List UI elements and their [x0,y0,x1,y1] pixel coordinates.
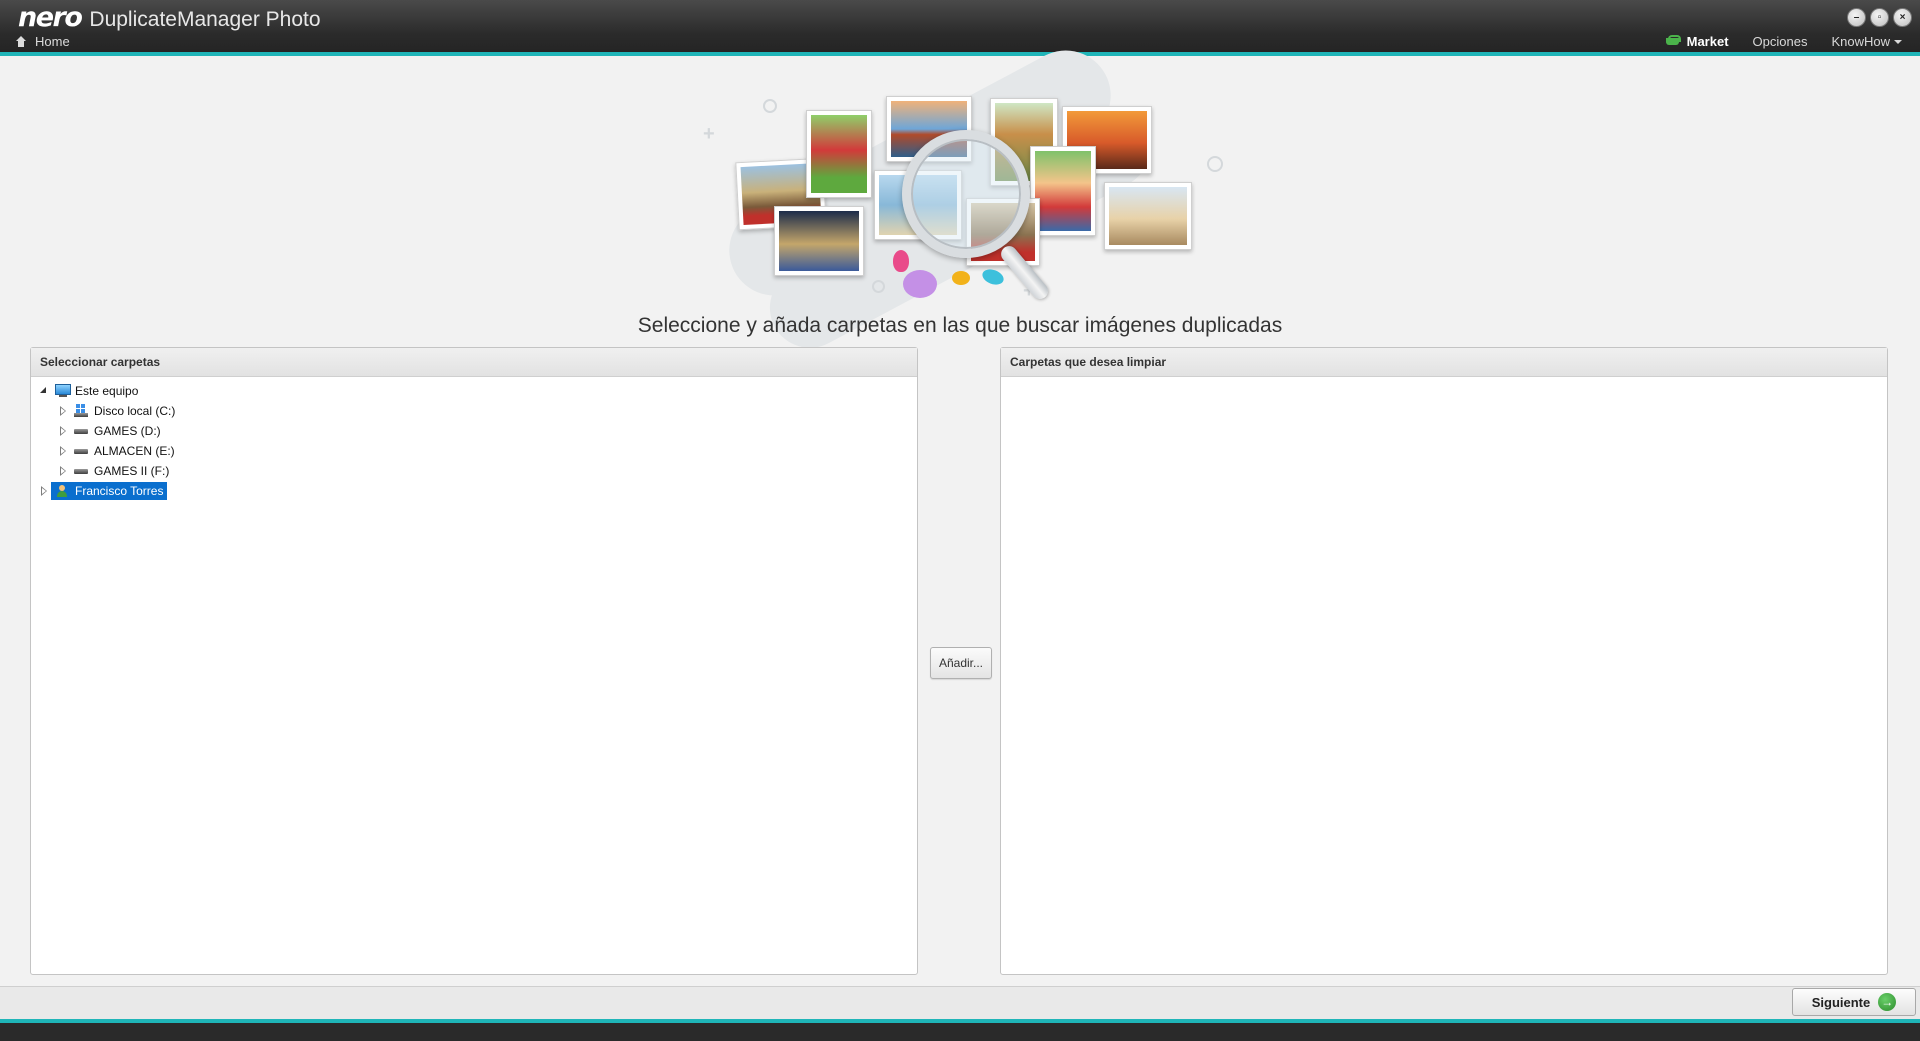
hero-illustration: + + [680,34,1240,362]
market-link[interactable]: Market [1665,34,1729,49]
home-label: Home [35,34,70,49]
decor-ring [872,280,885,293]
app-brand: nero DuplicateManager Photo [18,2,321,33]
system-drive-icon [74,404,90,418]
title-bar: nero DuplicateManager Photo Home Market … [0,0,1920,56]
selected-user-node[interactable]: Francisco Torres [51,482,168,500]
tree-node-drive-f[interactable]: GAMES II (F:) [31,461,917,481]
select-folders-panel: Seleccionar carpetas Este equipo Disco l… [30,347,918,975]
tree-node-label: Disco local (C:) [94,404,176,418]
decor-ring [1207,156,1223,172]
window-controls: – ▫ × [1847,8,1912,27]
computer-icon [55,384,71,398]
expand-toggle-icon[interactable] [59,426,67,436]
tree-node-label: GAMES (D:) [94,424,161,438]
tree-node-label: Francisco Torres [75,484,164,498]
collapse-toggle-icon[interactable] [40,387,48,395]
nero-logo: nero [18,2,83,33]
app-title: DuplicateManager Photo [89,8,321,31]
tree-node-this-pc[interactable]: Este equipo [31,381,917,401]
folders-to-clean-panel: Carpetas que desea limpiar [1000,347,1888,975]
knowhow-label: KnowHow [1831,34,1890,49]
photo-child [806,110,872,198]
expand-toggle-icon[interactable] [59,446,67,456]
close-button[interactable]: × [1893,8,1912,27]
user-folder-icon [55,484,71,498]
drive-icon [74,444,90,458]
restore-button[interactable]: ▫ [1870,8,1889,27]
photo-photographer [1104,182,1192,250]
options-menu[interactable]: Opciones [1753,34,1808,49]
decor-ring [763,99,777,113]
next-button[interactable]: Siguiente [1792,988,1916,1016]
home-icon [16,36,26,47]
footer-strip [0,1023,1920,1041]
tree-node-label: GAMES II (F:) [94,464,170,478]
decor-dot [980,266,1006,288]
tree-node-user[interactable]: Francisco Torres [31,481,917,501]
tree-node-drive-e[interactable]: ALMACEN (E:) [31,441,917,461]
decor-dot [903,270,937,298]
market-label: Market [1686,34,1729,49]
title-accent-bar [0,52,1920,56]
drive-icon [74,464,90,478]
add-button[interactable]: Añadir... [930,647,992,679]
decor-plus: + [703,123,715,145]
tree-node-label: Este equipo [75,384,139,398]
folders-to-clean-list[interactable] [1001,377,1887,973]
tree-node-drive-d[interactable]: GAMES (D:) [31,421,917,441]
folders-to-clean-title: Carpetas que desea limpiar [1001,348,1887,377]
page-heading: Seleccione y añada carpetas en las que b… [637,314,1283,337]
next-label: Siguiente [1811,994,1871,1010]
footer-bar: Siguiente [0,986,1920,1041]
arrow-right-icon [1878,993,1897,1011]
knowhow-menu[interactable]: KnowHow [1831,34,1902,49]
magnifier-icon [902,130,1030,258]
drive-icon [74,424,90,438]
photo-city-night [774,206,864,276]
cart-icon [1665,34,1681,48]
decor-dot [893,250,909,272]
tree-node-drive-c[interactable]: Disco local (C:) [31,401,917,421]
top-nav: Market Opciones KnowHow [1665,34,1902,49]
expand-toggle-icon[interactable] [40,486,48,496]
tree-node-label: ALMACEN (E:) [94,444,175,458]
decor-dot [952,271,970,285]
chevron-down-icon [1894,39,1902,44]
select-folders-title: Seleccionar carpetas [31,348,917,377]
home-link[interactable]: Home [16,34,70,49]
expand-toggle-icon[interactable] [59,406,67,416]
expand-toggle-icon[interactable] [59,466,67,476]
folder-tree: Este equipo Disco local (C:) GAMES (D:) … [31,377,917,501]
minimize-button[interactable]: – [1847,8,1866,27]
